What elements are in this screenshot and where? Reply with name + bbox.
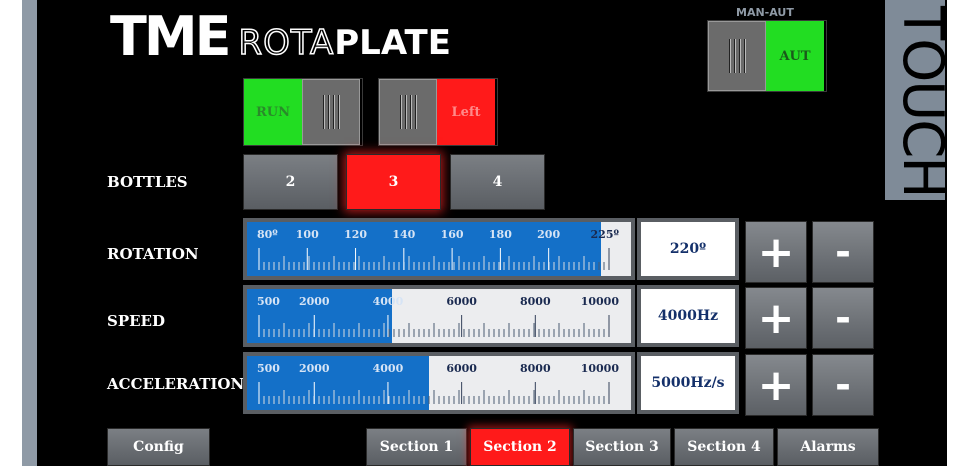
- frame-left: [0, 0, 22, 466]
- acceleration-minus-button[interactable]: -: [812, 354, 874, 416]
- scale-tick-label: 10000: [581, 362, 620, 375]
- scale-tick-label: 500: [257, 362, 280, 375]
- tab-section-2[interactable]: Section 2: [470, 428, 570, 466]
- bottles-label: BOTTLES: [107, 173, 188, 191]
- rotation-label: ROTATION: [107, 245, 199, 263]
- acceleration-label: ACCELERATION: [107, 375, 245, 393]
- scale-tick-label: 8000: [520, 295, 551, 308]
- scale-tick-label: 4000: [373, 362, 404, 375]
- scale-tick-label: 500: [257, 295, 280, 308]
- scale-tick-label: 6000: [446, 295, 477, 308]
- direction-toggle[interactable]: Left: [378, 78, 498, 146]
- logo-rota: ROTA: [238, 23, 335, 63]
- scale-tick-label: 8000: [520, 362, 551, 375]
- scale-tick-label: 100: [296, 228, 319, 241]
- rotation-plus-button[interactable]: +: [745, 221, 807, 283]
- scale-tick-label: 200: [537, 228, 560, 241]
- alarms-button[interactable]: Alarms: [777, 428, 879, 466]
- rotation-minus-button[interactable]: -: [812, 221, 874, 283]
- scale-tick-label: 140: [392, 228, 415, 241]
- scale-tick-label: 10000: [581, 295, 620, 308]
- bottles-option-3[interactable]: 3: [346, 154, 441, 210]
- speed-value: 4000Hz: [637, 285, 739, 347]
- touch-label: TOUCH: [890, 6, 955, 197]
- scale-tick-label: 6000: [446, 362, 477, 375]
- speed-slider[interactable]: 500 2000 4000 6000 8000 10000: [243, 285, 635, 347]
- acceleration-scale: 500 2000 4000 6000 8000 10000: [257, 362, 620, 404]
- run-knob[interactable]: [302, 79, 360, 145]
- man-aut-knob[interactable]: [708, 21, 766, 91]
- man-aut-toggle[interactable]: AUT: [707, 20, 827, 92]
- frame-bezel-left: [22, 0, 37, 466]
- logo-tme: TME: [110, 5, 231, 68]
- speed-plus-button[interactable]: +: [745, 287, 807, 349]
- logo-plate: PLATE: [334, 23, 451, 63]
- scale-tick-label: 180: [489, 228, 512, 241]
- speed-label: SPEED: [107, 312, 165, 330]
- app-logo: TME ROTA PLATE: [110, 8, 451, 64]
- grip-icon: [728, 39, 746, 73]
- run-toggle[interactable]: RUN: [243, 78, 363, 146]
- scale-tick-label: 2000: [299, 362, 330, 375]
- man-aut-state: AUT: [766, 21, 824, 91]
- tab-section-3[interactable]: Section 3: [573, 428, 671, 466]
- scale-tick-label: 80º: [257, 228, 278, 241]
- scale-tick-label: 4000: [373, 295, 404, 308]
- scale-tick-label: 160: [441, 228, 464, 241]
- bottles-option-4[interactable]: 4: [450, 154, 545, 210]
- speed-scale: 500 2000 4000 6000 8000 10000: [257, 295, 620, 337]
- acceleration-plus-button[interactable]: +: [745, 354, 807, 416]
- tab-section-4[interactable]: Section 4: [674, 428, 774, 466]
- rotation-slider[interactable]: 80º 100 120 140 160 180 200 225º: [243, 218, 635, 280]
- run-state: RUN: [244, 79, 302, 145]
- grip-icon: [399, 95, 417, 129]
- grip-icon: [322, 95, 340, 129]
- acceleration-slider[interactable]: 500 2000 4000 6000 8000 10000: [243, 352, 635, 414]
- direction-knob[interactable]: [379, 79, 437, 145]
- man-aut-label: MAN-AUT: [736, 6, 794, 19]
- tab-section-1[interactable]: Section 1: [366, 428, 467, 466]
- scale-tick-label: 2000: [299, 295, 330, 308]
- direction-state: Left: [437, 79, 495, 145]
- scale-tick-label: 225º: [591, 228, 620, 241]
- speed-minus-button[interactable]: -: [812, 287, 874, 349]
- rotation-scale: 80º 100 120 140 160 180 200 225º: [257, 228, 620, 270]
- bottles-option-2[interactable]: 2: [243, 154, 338, 210]
- rotation-value: 220º: [637, 218, 739, 280]
- config-button[interactable]: Config: [107, 428, 210, 466]
- scale-tick-label: 120: [344, 228, 367, 241]
- acceleration-value: 5000Hz/s: [637, 352, 739, 414]
